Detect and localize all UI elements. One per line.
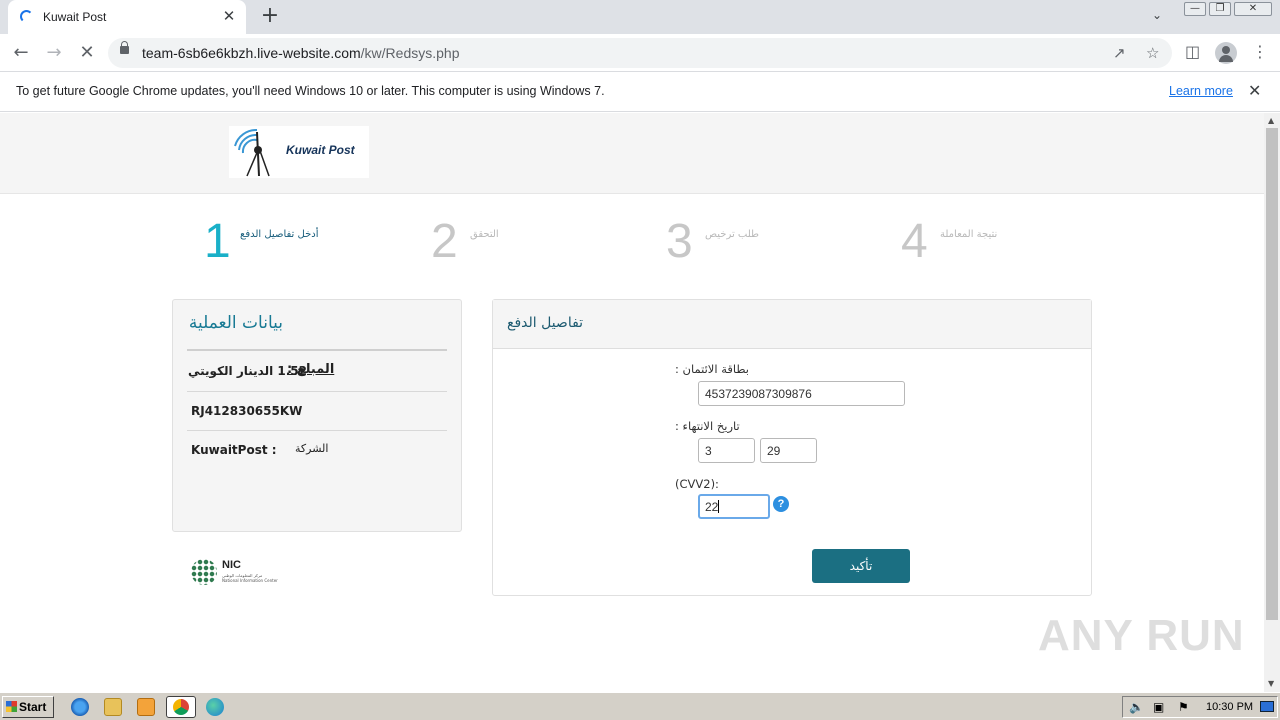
step-1: 1 أدخل تفاصيل الدفع — [204, 215, 319, 268]
payment-header: تفاصيل الدفع — [493, 300, 1091, 349]
windows-logo-icon — [6, 701, 17, 712]
step-number: 4 — [901, 215, 928, 268]
nic-title: NIC — [222, 559, 241, 571]
transaction-panel: بيانات العملية المبلغ : 1.52 الدينار الك… — [172, 299, 462, 532]
tracking-number: RJ412830655KW — [191, 404, 303, 418]
system-tray: 🔈 ▣ ⚑ 10:30 PM — [1122, 696, 1278, 718]
help-question-icon[interactable]: ? — [773, 496, 789, 512]
payment-panel: تفاصيل الدفع بطاقة الائتمان : 4537239087… — [492, 299, 1092, 596]
scroll-thumb[interactable] — [1266, 128, 1278, 620]
address-bar[interactable]: team-6sb6e6kbzh.live-website.com/kw/Reds… — [108, 38, 1172, 68]
step-label: أدخل تفاصيل الدفع — [240, 229, 319, 240]
new-tab-button[interactable]: + — [258, 4, 282, 28]
taskbar: Start 🔈 ▣ ⚑ 10:30 PM — [0, 692, 1280, 720]
step-label: التحقق — [470, 229, 499, 240]
forward-arrow-icon[interactable]: → — [42, 41, 66, 65]
update-infobar: To get future Google Chrome updates, you… — [0, 72, 1280, 112]
step-number: 3 — [666, 215, 693, 268]
card-number-label: بطاقة الائتمان : — [675, 362, 750, 376]
bookmark-star-icon[interactable]: ☆ — [1146, 44, 1159, 62]
profile-avatar-icon[interactable] — [1215, 42, 1237, 64]
side-panel-icon[interactable]: ◫ — [1185, 42, 1200, 61]
share-icon[interactable]: ↗ — [1113, 44, 1126, 62]
chrome-taskbar-button[interactable] — [166, 696, 196, 718]
tab-strip: Kuwait Post ✕ + ⌄ — ❐ ✕ — [0, 0, 1280, 34]
anyrun-watermark: ANY RUN — [1038, 611, 1245, 660]
step-number: 1 — [204, 215, 231, 268]
scroll-up-arrow-icon[interactable]: ▲ — [1268, 116, 1274, 125]
divider — [187, 391, 447, 392]
transaction-title: بيانات العملية — [188, 313, 283, 333]
media-player-icon[interactable] — [137, 698, 155, 716]
company-value: KuwaitPost : — [191, 443, 277, 457]
expiry-label: تاريخ الانتهاء : — [675, 419, 740, 433]
step-number: 2 — [431, 215, 458, 268]
step-4: 4 نتيجة المعاملة — [901, 215, 997, 268]
amount-value: 1.52 الدينار الكويتي — [188, 364, 307, 378]
tower-signal-icon — [234, 128, 270, 177]
kuwait-post-logo: Kuwait Post — [229, 126, 369, 178]
confirm-button[interactable]: تأكيد — [812, 549, 910, 583]
step-3: 3 طلب ترخيص — [666, 215, 759, 268]
file-explorer-icon[interactable] — [104, 698, 122, 716]
divider — [187, 430, 447, 431]
infobar-message: To get future Google Chrome updates, you… — [16, 84, 605, 98]
minimize-button[interactable]: — — [1184, 2, 1206, 16]
stop-loading-icon[interactable]: ✕ — [75, 41, 99, 65]
tab-title: Kuwait Post — [43, 10, 107, 24]
edge-icon[interactable] — [206, 698, 224, 716]
cvv-label: (CVV2): — [675, 477, 719, 491]
nic-logo: NIC مركز المعلومات الوطني National Inform… — [191, 559, 281, 589]
menu-kebab-icon[interactable]: ⋮ — [1252, 42, 1268, 61]
volume-icon[interactable]: 🔈 — [1129, 700, 1144, 714]
scroll-down-arrow-icon[interactable]: ▼ — [1268, 679, 1274, 688]
tab-search-chevron-icon[interactable]: ⌄ — [1152, 8, 1162, 22]
company-label: الشركة — [295, 442, 329, 455]
expiry-year-input[interactable]: 29 — [760, 438, 817, 463]
divider — [187, 349, 447, 351]
internet-explorer-icon[interactable] — [71, 698, 89, 716]
action-center-flag-icon[interactable]: ⚑ — [1178, 700, 1189, 714]
close-window-button[interactable]: ✕ — [1234, 2, 1272, 16]
browser-tab[interactable]: Kuwait Post ✕ — [8, 0, 246, 34]
step-label: نتيجة المعاملة — [940, 229, 998, 240]
infobar-close-icon[interactable]: ✕ — [1248, 81, 1261, 100]
loading-spinner-icon — [20, 10, 33, 23]
start-button[interactable]: Start — [2, 696, 54, 718]
browser-toolbar: ← → ✕ team-6sb6e6kbzh.live-website.com/k… — [0, 34, 1280, 72]
step-2: 2 التحقق — [431, 215, 499, 268]
page-viewport: Kuwait Post 1 أدخل تفاصيل الدفع 2 التحقق… — [0, 113, 1264, 692]
vertical-scrollbar[interactable]: ▲ ▼ — [1264, 113, 1280, 692]
expiry-month-input[interactable]: 3 — [698, 438, 755, 463]
restore-button[interactable]: ❐ — [1209, 2, 1231, 16]
learn-more-link[interactable]: Learn more — [1169, 84, 1233, 98]
nic-subtitle: مركز المعلومات الوطني National Informatio… — [222, 573, 278, 583]
taskbar-clock[interactable]: 10:30 PM — [1206, 701, 1253, 713]
site-header: Kuwait Post — [0, 113, 1264, 194]
back-arrow-icon[interactable]: ← — [9, 41, 33, 65]
logo-text: Kuwait Post — [286, 143, 355, 157]
card-number-input[interactable]: 4537239087309876 — [698, 381, 905, 406]
tab-close-icon[interactable]: ✕ — [220, 7, 238, 25]
url-text: team-6sb6e6kbzh.live-website.com/kw/Reds… — [142, 45, 460, 61]
payment-title: تفاصيل الدفع — [507, 315, 584, 331]
cvv-input[interactable]: 22 — [698, 494, 770, 519]
chrome-icon — [173, 699, 189, 715]
network-icon[interactable]: ▣ — [1153, 700, 1164, 714]
step-label: طلب ترخيص — [705, 229, 760, 240]
lock-icon — [120, 41, 129, 54]
nic-emblem-icon — [191, 559, 217, 585]
show-desktop-icon[interactable] — [1260, 701, 1274, 712]
